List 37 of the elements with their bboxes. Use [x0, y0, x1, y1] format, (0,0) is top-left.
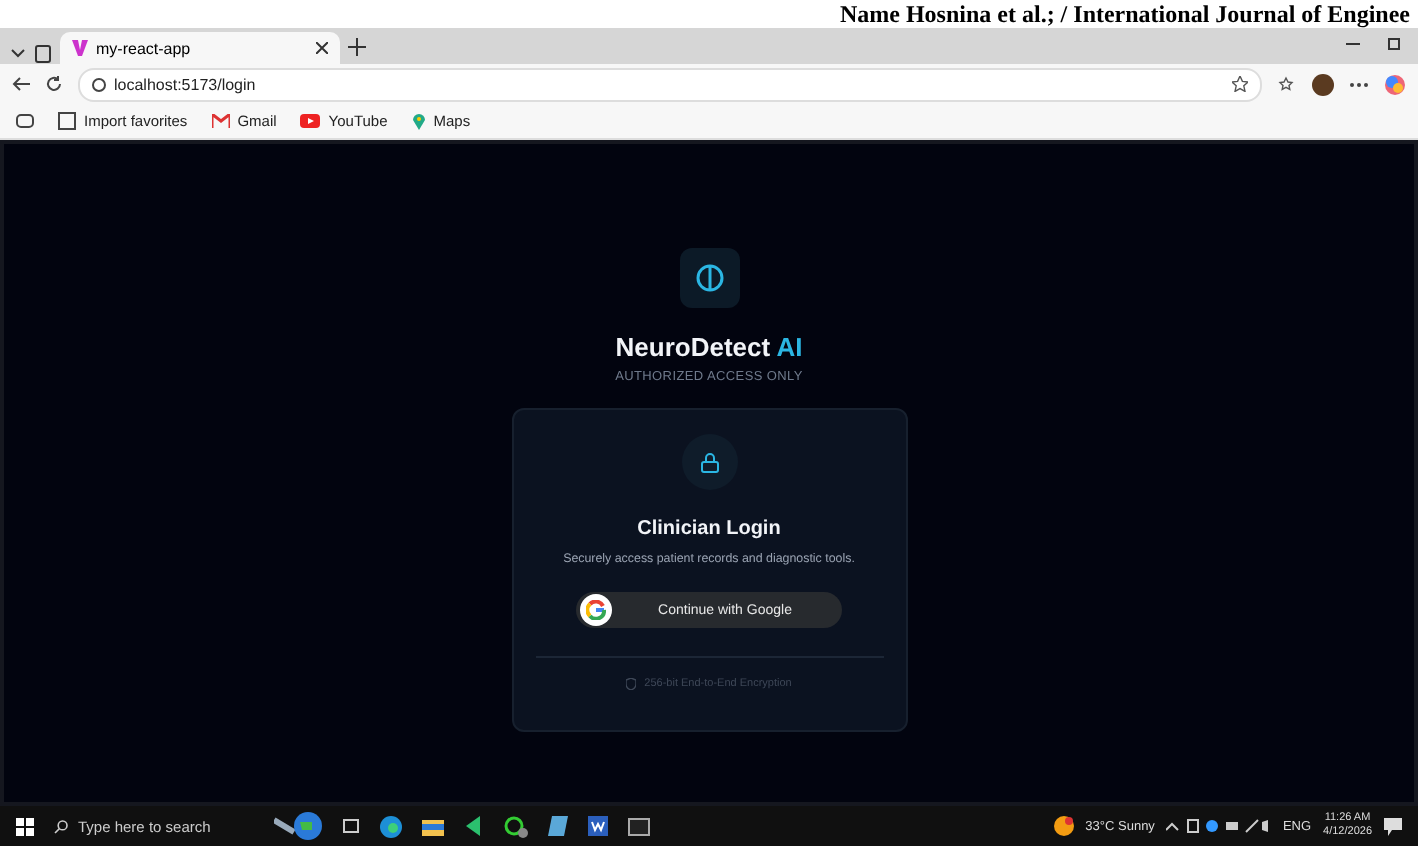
favorites-icon[interactable]: [1278, 75, 1296, 93]
refresh-icon[interactable]: [46, 76, 62, 92]
profile-icon[interactable]: [1312, 73, 1334, 95]
collections-icon[interactable]: [16, 114, 34, 128]
lock-icon: [699, 451, 719, 473]
v-logo-icon: [72, 40, 88, 56]
card-title: Clinician Login: [637, 518, 781, 540]
word-icon[interactable]: [588, 816, 608, 836]
tab-actions-icon[interactable]: [8, 44, 52, 64]
import-icon: [58, 112, 76, 130]
star-icon[interactable]: [1232, 76, 1248, 92]
search-icon: [54, 819, 68, 833]
back-icon[interactable]: [12, 76, 30, 92]
brand-title: NeuroDetect AI: [615, 332, 803, 362]
terminal-icon[interactable]: [628, 817, 650, 835]
task-view-icon[interactable]: [342, 818, 360, 834]
info-icon: [92, 77, 106, 91]
google-g-icon: [586, 600, 606, 620]
tray-icons-drawing[interactable]: [1166, 818, 1271, 834]
folder-icon[interactable]: [422, 817, 444, 835]
windows-icon[interactable]: [16, 817, 34, 835]
pin-icon: [411, 112, 426, 130]
weather-icon[interactable]: [1053, 816, 1074, 836]
shield-icon: [626, 678, 637, 690]
mail-icon: [211, 114, 230, 128]
copilot-icon[interactable]: [1384, 73, 1406, 95]
chat-icon[interactable]: [504, 815, 528, 837]
document-header: Name Hosnina et al.; / International Journal of Enginee: [839, 0, 1410, 28]
restore-icon[interactable]: [1388, 35, 1402, 49]
play-icon: [300, 114, 321, 128]
more-icon[interactable]: [1350, 81, 1368, 87]
close-icon[interactable]: [316, 42, 328, 54]
new-tab-icon[interactable]: [348, 37, 366, 55]
notification-icon[interactable]: [1384, 817, 1402, 835]
browser-tab[interactable]: my-react-app: [60, 32, 340, 64]
globe-icon[interactable]: [274, 812, 322, 840]
address-bar[interactable]: localhost:5173/login: [78, 67, 1262, 101]
